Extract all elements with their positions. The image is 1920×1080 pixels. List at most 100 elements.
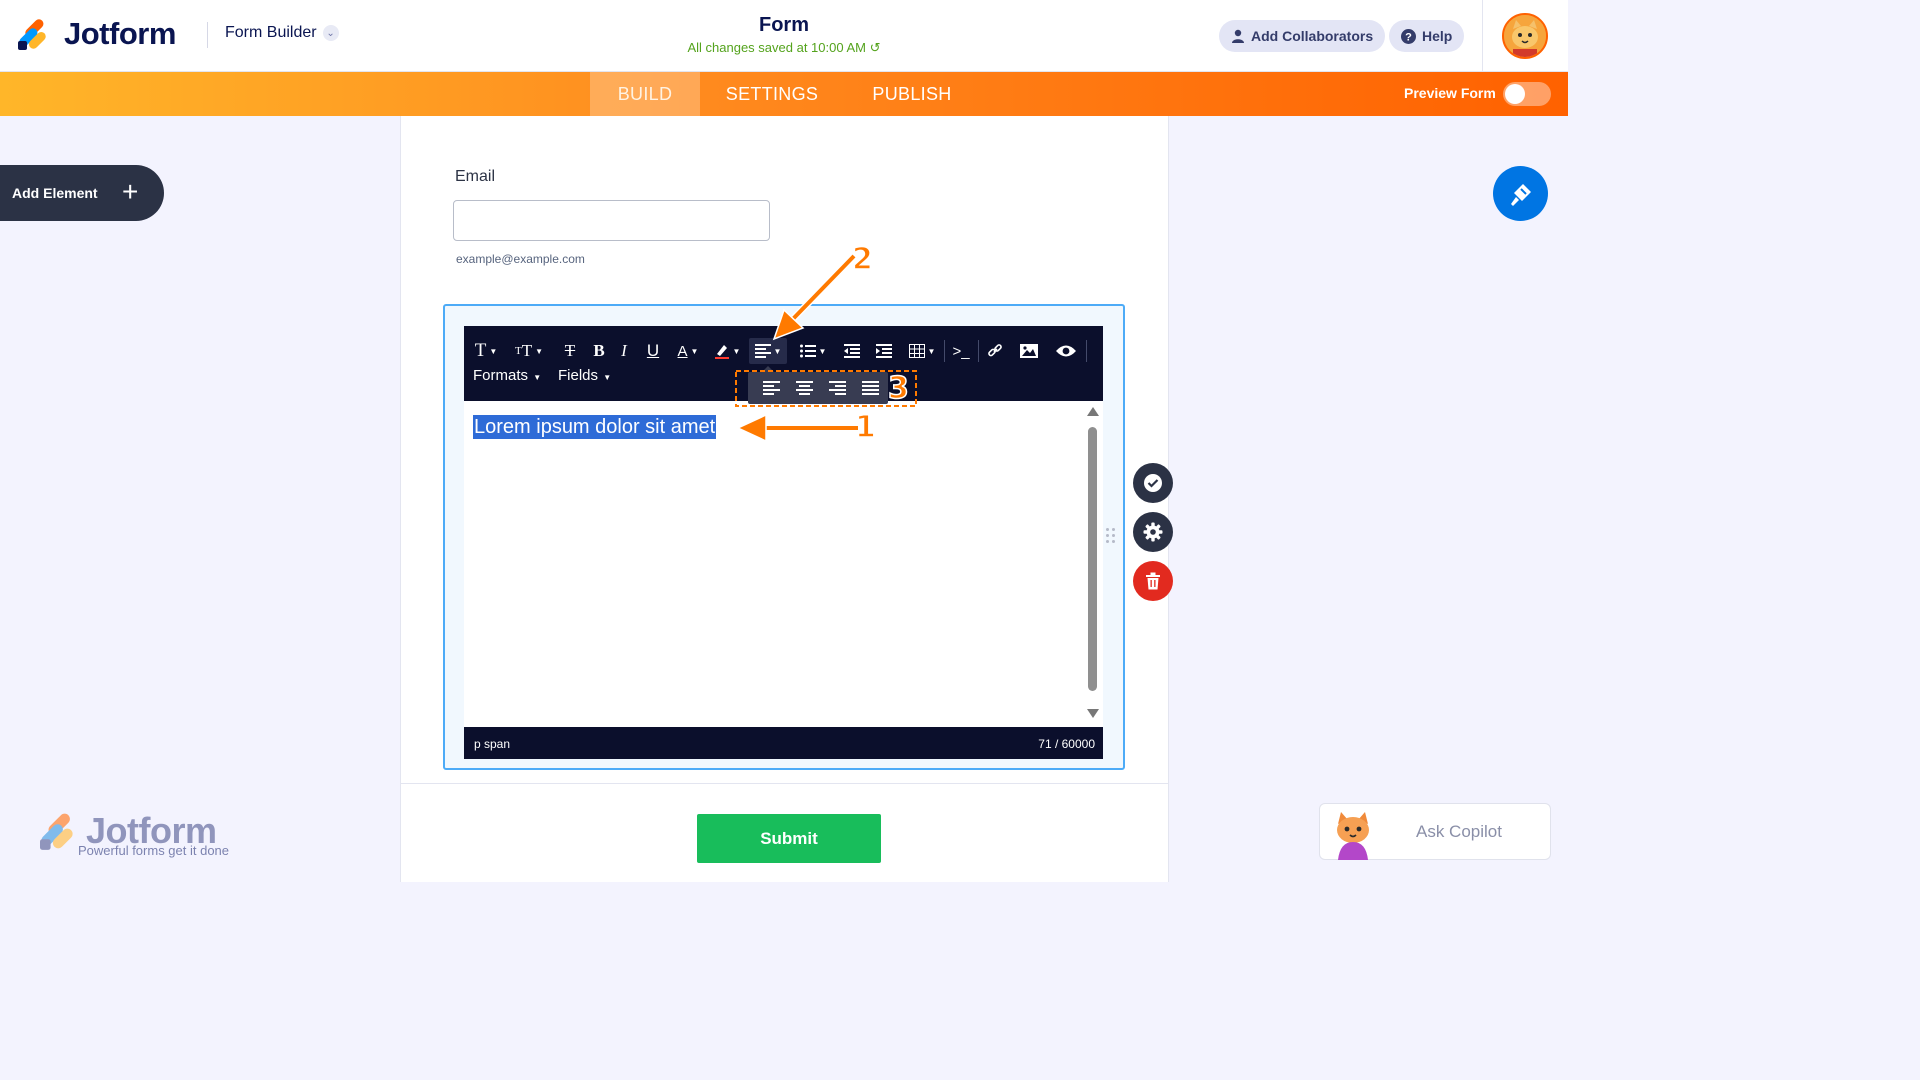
code-icon[interactable]: >_ bbox=[950, 338, 972, 364]
help-button[interactable]: ? Help bbox=[1389, 20, 1465, 52]
italic-icon[interactable]: I bbox=[617, 338, 631, 364]
annotation-label-2: 2 bbox=[851, 241, 873, 278]
bold-icon[interactable]: B bbox=[590, 338, 608, 364]
align-dropdown-icon[interactable]: ▼ bbox=[749, 338, 787, 364]
jotform-watermark-icon bbox=[40, 813, 73, 850]
list-icon bbox=[799, 344, 816, 358]
fields-dropdown[interactable]: Fields ▼ bbox=[558, 367, 611, 384]
highlight-color-icon[interactable]: ▼ bbox=[713, 338, 741, 364]
text-size-icon[interactable]: T ▼ bbox=[472, 338, 500, 364]
confirm-button[interactable] bbox=[1133, 463, 1173, 503]
user-icon bbox=[1232, 29, 1244, 43]
paint-roller-icon bbox=[1510, 183, 1531, 206]
selected-paragraph-text[interactable]: Lorem ipsum dolor sit amet bbox=[473, 415, 717, 439]
clear-format-icon[interactable]: T bbox=[559, 338, 581, 364]
align-center-icon[interactable] bbox=[795, 378, 815, 398]
header-divider-right bbox=[1482, 0, 1483, 72]
add-element-label: Add Element bbox=[12, 185, 98, 201]
refresh-icon: ↺ bbox=[869, 40, 881, 55]
top-header: Jotform Form Builder ⌄ Form All changes … bbox=[0, 0, 1568, 72]
indent-icon[interactable] bbox=[874, 338, 894, 364]
email-field[interactable] bbox=[453, 200, 770, 241]
help-label: Help bbox=[1422, 28, 1453, 44]
scroll-up-arrow-icon[interactable] bbox=[1087, 407, 1099, 416]
toolbar-separator bbox=[1086, 340, 1087, 362]
font-color-icon[interactable]: A ▼ bbox=[675, 338, 701, 364]
help-icon: ? bbox=[1401, 28, 1416, 44]
character-count: 71 / 60000 bbox=[1038, 737, 1095, 751]
email-label: Email bbox=[455, 168, 496, 185]
tab-settings[interactable]: SETTINGS bbox=[712, 72, 832, 116]
marker-icon bbox=[714, 345, 729, 359]
image-glyph bbox=[1020, 344, 1038, 358]
chevron-down-icon: ⌄ bbox=[322, 25, 339, 41]
underline-icon[interactable]: U bbox=[644, 338, 662, 364]
gear-icon bbox=[1143, 522, 1163, 542]
svg-text:?: ? bbox=[1405, 31, 1412, 43]
preview-form-toggle[interactable] bbox=[1503, 82, 1551, 106]
editor-content-area[interactable]: Lorem ipsum dolor sit amet bbox=[464, 401, 1103, 727]
form-title[interactable]: Form bbox=[684, 14, 884, 37]
drag-handle-icon[interactable] bbox=[1106, 528, 1116, 546]
fields-label: Fields bbox=[558, 367, 599, 384]
font-size-icon[interactable]: T T ▼ bbox=[512, 338, 546, 364]
form-designer-button[interactable] bbox=[1493, 166, 1548, 221]
link-glyph bbox=[988, 344, 1002, 357]
ask-copilot-label: Ask Copilot bbox=[1416, 822, 1502, 841]
eye-glyph bbox=[1056, 345, 1076, 357]
align-left-icon bbox=[754, 344, 771, 358]
tab-build[interactable]: BUILD bbox=[590, 72, 700, 116]
align-right-icon[interactable] bbox=[828, 378, 848, 398]
copilot-cat-icon bbox=[1337, 812, 1369, 860]
add-collaborators-label: Add Collaborators bbox=[1251, 28, 1374, 44]
properties-button[interactable] bbox=[1133, 512, 1173, 552]
delete-button[interactable] bbox=[1133, 561, 1173, 601]
toolbar-separator bbox=[944, 340, 945, 362]
form-builder-label: Form Builder bbox=[225, 24, 317, 41]
watermark-tagline: Powerful forms get it done bbox=[78, 843, 230, 858]
ask-copilot-button[interactable]: Ask Copilot bbox=[1319, 803, 1551, 860]
add-collaborators-button[interactable]: Add Collaborators bbox=[1219, 20, 1386, 52]
link-icon[interactable] bbox=[984, 338, 1006, 364]
form-builder-dropdown[interactable]: Form Builder ⌄ bbox=[225, 24, 339, 42]
cat-avatar-icon bbox=[1504, 15, 1546, 57]
save-status: All changes saved at 10:00 AM ↺ bbox=[634, 40, 934, 56]
annotation-label-1: 1 bbox=[854, 409, 876, 446]
tab-publish[interactable]: PUBLISH bbox=[860, 72, 964, 116]
indent-glyph bbox=[876, 344, 892, 358]
email-sublabel: example@example.com bbox=[456, 252, 585, 266]
add-element-button[interactable]: Add Element + bbox=[0, 165, 164, 221]
table-icon[interactable]: ▼ bbox=[906, 338, 938, 364]
alignment-popup bbox=[748, 366, 888, 404]
submit-button[interactable]: Submit bbox=[697, 814, 881, 863]
user-avatar[interactable] bbox=[1502, 13, 1548, 59]
image-icon[interactable] bbox=[1018, 338, 1040, 364]
trash-icon bbox=[1146, 572, 1160, 590]
bullet-list-icon[interactable]: ▼ bbox=[797, 338, 829, 364]
check-circle-icon bbox=[1144, 474, 1162, 492]
scroll-thumb[interactable] bbox=[1088, 427, 1097, 691]
annotation-label-3: 3 bbox=[887, 370, 909, 407]
table-glyph bbox=[908, 344, 925, 358]
formats-dropdown[interactable]: Formats ▼ bbox=[473, 367, 541, 384]
align-left-icon[interactable] bbox=[762, 378, 782, 398]
editor-scrollbar[interactable] bbox=[1086, 407, 1100, 719]
form-divider bbox=[401, 783, 1168, 784]
outdent-glyph bbox=[844, 344, 860, 358]
header-divider bbox=[207, 22, 208, 48]
plus-icon: + bbox=[122, 176, 139, 207]
jotform-logo[interactable]: Jotform bbox=[18, 16, 176, 52]
builder-nav: BUILD SETTINGS PUBLISH Preview Form bbox=[0, 72, 1568, 116]
brand-name: Jotform bbox=[64, 16, 176, 51]
formats-label: Formats bbox=[473, 367, 529, 384]
editor-statusbar: p span 71 / 60000 bbox=[464, 727, 1103, 759]
preview-form-label: Preview Form bbox=[1404, 85, 1496, 101]
align-justify-icon[interactable] bbox=[861, 378, 881, 398]
outdent-icon[interactable] bbox=[842, 338, 862, 364]
element-path[interactable]: p span bbox=[474, 737, 510, 751]
toolbar-separator bbox=[978, 340, 979, 362]
preview-eye-icon[interactable] bbox=[1054, 338, 1078, 364]
scroll-down-arrow-icon[interactable] bbox=[1087, 709, 1099, 718]
jotform-logo-icon bbox=[18, 19, 46, 50]
toggle-knob bbox=[1505, 84, 1525, 104]
